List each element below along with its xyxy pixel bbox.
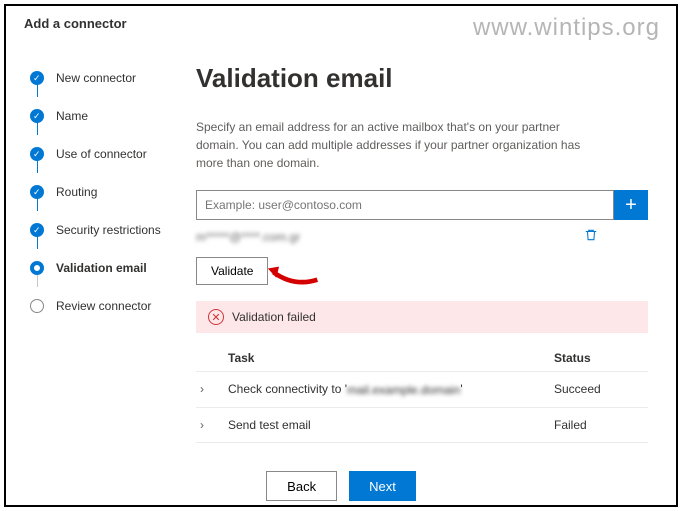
- validate-button[interactable]: Validate: [196, 257, 268, 285]
- task-status: Succeed: [554, 382, 644, 396]
- step-new-connector[interactable]: New connector: [30, 59, 186, 97]
- next-button[interactable]: Next: [349, 471, 416, 501]
- wizard-steps: New connector Name Use of connector Rout…: [6, 39, 186, 464]
- column-task-header: Task: [228, 351, 554, 365]
- error-icon: ✕: [208, 309, 224, 325]
- validation-tasks-table: Task Status › Check connectivity to 'mai…: [196, 345, 648, 443]
- column-status-header: Status: [554, 351, 644, 365]
- dialog-footer: Back Next: [6, 464, 676, 507]
- delete-icon[interactable]: [584, 228, 598, 245]
- check-icon: [30, 185, 44, 199]
- step-use-of-connector[interactable]: Use of connector: [30, 135, 186, 173]
- dialog-title: Add a connector: [6, 6, 676, 39]
- step-validation-email[interactable]: Validation email: [30, 249, 186, 287]
- email-input[interactable]: [196, 190, 614, 220]
- annotation-arrow-icon: [266, 261, 322, 292]
- error-text: Validation failed: [232, 310, 316, 324]
- check-icon: [30, 223, 44, 237]
- task-status: Failed: [554, 418, 644, 432]
- add-email-button[interactable]: +: [614, 190, 648, 220]
- pending-step-icon: [30, 299, 44, 313]
- validation-error-banner: ✕ Validation failed: [196, 301, 648, 333]
- chevron-right-icon: ›: [200, 382, 228, 396]
- plus-icon: +: [625, 194, 637, 216]
- step-routing[interactable]: Routing: [30, 173, 186, 211]
- chevron-right-icon: ›: [200, 418, 228, 432]
- task-name: Send test email: [228, 418, 554, 432]
- table-row[interactable]: › Check connectivity to 'mail.example.do…: [196, 372, 648, 408]
- page-description: Specify an email address for an active m…: [196, 118, 596, 172]
- task-name: Check connectivity to 'mail.example.doma…: [228, 382, 554, 397]
- check-icon: [30, 147, 44, 161]
- step-security-restrictions[interactable]: Security restrictions: [30, 211, 186, 249]
- check-icon: [30, 71, 44, 85]
- back-button[interactable]: Back: [266, 471, 337, 501]
- table-row[interactable]: › Send test email Failed: [196, 408, 648, 443]
- step-name[interactable]: Name: [30, 97, 186, 135]
- added-email-value: m*****@****.com.gr: [196, 230, 300, 244]
- page-title: Validation email: [196, 63, 648, 94]
- step-review-connector: Review connector: [30, 287, 186, 325]
- check-icon: [30, 109, 44, 123]
- current-step-icon: [30, 261, 44, 275]
